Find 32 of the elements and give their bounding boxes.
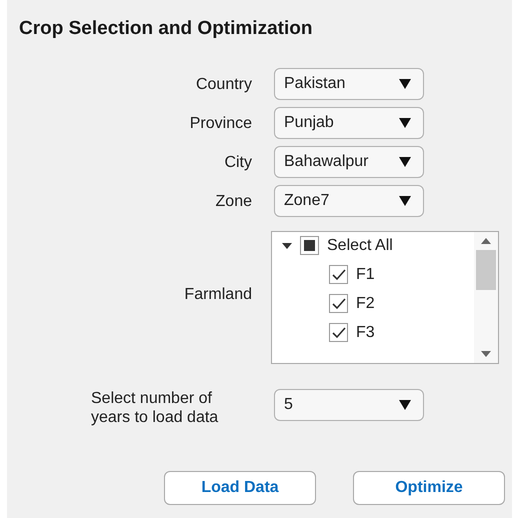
tree-item[interactable]: F3 bbox=[356, 324, 375, 342]
checkbox[interactable] bbox=[329, 294, 348, 313]
dropdown[interactable]: Pakistan bbox=[274, 68, 424, 100]
field-label: Province bbox=[188, 114, 252, 132]
tree-item[interactable]: F2 bbox=[356, 294, 375, 312]
action-button[interactable]: Load Data bbox=[164, 471, 316, 505]
caret-icon bbox=[399, 118, 411, 128]
dropdown[interactable]: Punjab bbox=[274, 107, 424, 139]
tree-item[interactable]: Select All bbox=[327, 236, 393, 254]
dropdown[interactable]: Bahawalpur bbox=[274, 146, 424, 178]
field-label: City bbox=[223, 152, 252, 172]
panel-title: Crop Selection and Optimization bbox=[19, 18, 314, 40]
tree-item[interactable]: F1 bbox=[356, 266, 375, 284]
action-button[interactable]: Optimize bbox=[353, 471, 505, 505]
checkbox[interactable] bbox=[329, 323, 348, 342]
scroll-up-icon[interactable] bbox=[481, 238, 491, 244]
caret-icon bbox=[399, 196, 411, 206]
field-label: Farmland bbox=[183, 284, 252, 304]
caret-icon bbox=[399, 400, 411, 410]
caret-icon bbox=[399, 79, 411, 89]
expand-icon[interactable] bbox=[282, 242, 292, 248]
checkbox[interactable] bbox=[300, 236, 319, 255]
dropdown[interactable]: 5 bbox=[274, 389, 424, 421]
field-label: Country bbox=[194, 74, 252, 94]
scroll-thumb[interactable] bbox=[476, 250, 496, 290]
scrollbar[interactable] bbox=[474, 232, 498, 363]
scroll-down-icon[interactable] bbox=[481, 351, 491, 357]
dropdown[interactable]: Zone7 bbox=[274, 185, 424, 217]
caret-icon bbox=[399, 157, 411, 167]
field-label: Select number of years to load data bbox=[90, 389, 220, 427]
checkbox[interactable] bbox=[329, 265, 348, 284]
field-label: Zone bbox=[214, 192, 252, 210]
